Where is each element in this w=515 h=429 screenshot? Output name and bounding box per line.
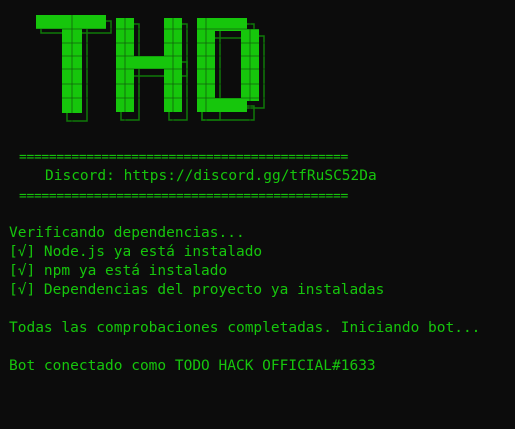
thd-ascii-logo	[30, 10, 270, 125]
banner-bottom-rule: ========================================…	[19, 189, 348, 204]
check-line-nodejs: [√] Node.js ya está instalado	[9, 244, 263, 260]
discord-link-line: Discord: https://discord.gg/tfRuSC52Da	[45, 168, 377, 184]
verifying-line: Verificando dependencias...	[9, 225, 245, 241]
bot-connected-line: Bot conectado como TODO HACK OFFICIAL#16…	[9, 358, 376, 374]
terminal-window[interactable]: ========================================…	[0, 0, 515, 429]
banner-top-rule: ========================================…	[19, 150, 348, 165]
check-line-dependencies: [√] Dependencias del proyecto ya instala…	[9, 282, 385, 298]
all-checks-done-line: Todas las comprobaciones completadas. In…	[9, 320, 481, 336]
check-line-npm: [√] npm ya está instalado	[9, 263, 228, 279]
